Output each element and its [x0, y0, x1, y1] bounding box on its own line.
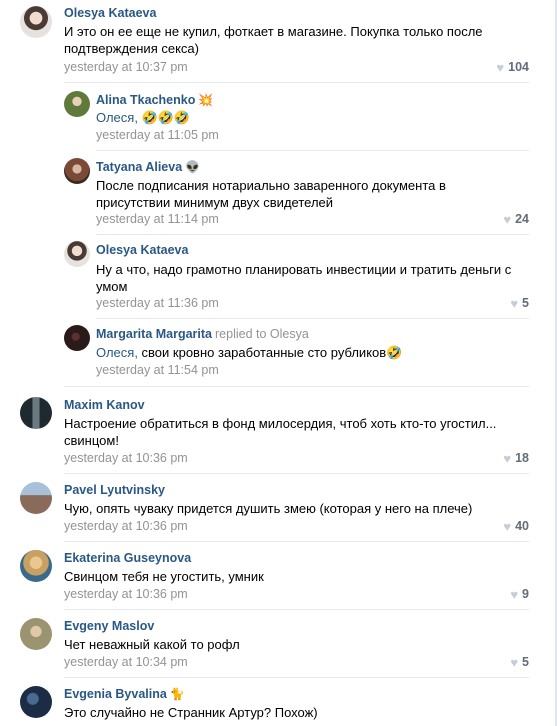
heart-icon: ♥	[510, 295, 519, 311]
timestamp[interactable]: yesterday at 10:37 pm	[64, 60, 188, 74]
avatar[interactable]	[20, 6, 52, 38]
like-button[interactable]: ♥ 24	[503, 212, 529, 226]
divider	[64, 541, 529, 542]
avatar[interactable]	[64, 325, 90, 351]
divider	[64, 82, 529, 83]
comment-body: свои кровно заработанные сто рубликов🤣	[141, 345, 403, 360]
heart-icon: ♥	[503, 450, 512, 466]
author-name[interactable]: Ekaterina Guseynova	[64, 551, 191, 565]
timestamp[interactable]: yesterday at 10:36 pm	[64, 587, 188, 601]
comment-body: И это он ее еще не купил, фоткает в мага…	[64, 24, 483, 56]
avatar[interactable]	[20, 482, 52, 514]
like-button[interactable]: ♥ 18	[503, 451, 529, 465]
comment-body: Это случайно не Странник Артур? Похож)	[64, 705, 318, 720]
status-emoji: 👽	[185, 160, 201, 174]
comment-text: Олеся, 🤣🤣🤣	[96, 109, 516, 126]
timestamp[interactable]: yesterday at 11:54 pm	[96, 363, 219, 377]
comment-text: Чет неважный какой то рофл	[64, 636, 534, 653]
author-name-text: Alina Tkachenko	[96, 93, 196, 107]
author-name-text: Evgenia Byvalina	[64, 687, 167, 701]
comment-body: Свинцом тебя не угостить, умник	[64, 569, 264, 584]
like-button[interactable]: ♥ 5	[510, 296, 529, 310]
like-button[interactable]: ♥ 9	[510, 587, 529, 601]
divider	[96, 234, 529, 235]
like-count: 5	[522, 296, 529, 310]
author-name-text: Margarita Margarita	[96, 327, 213, 341]
replied-to-label[interactable]: replied to Olesya	[215, 327, 309, 341]
heart-icon: ♥	[503, 211, 512, 227]
heart-icon: ♥	[503, 518, 512, 534]
like-count: 18	[515, 451, 529, 465]
avatar[interactable]	[64, 91, 90, 117]
heart-icon: ♥	[496, 59, 505, 75]
timestamp[interactable]: yesterday at 10:34 pm	[64, 655, 188, 669]
heart-icon: ♥	[510, 654, 519, 670]
like-button[interactable]: ♥ 5	[510, 655, 529, 669]
author-name[interactable]: Evgenia Byvalina 🐈	[64, 687, 185, 701]
timestamp[interactable]: yesterday at 10:36 pm	[64, 519, 188, 533]
author-name[interactable]: Evgeny Maslov	[64, 619, 154, 633]
avatar[interactable]	[20, 686, 52, 718]
comment-text: Олеся, свои кровно заработанные сто рубл…	[96, 344, 526, 361]
avatar[interactable]	[64, 241, 90, 267]
comment-body: Чую, опять чуваку придется душить змею (…	[64, 501, 473, 516]
comment-body: Настроение обратиться в фонд милосердия,…	[64, 416, 497, 448]
timestamp[interactable]: yesterday at 11:05 pm	[96, 128, 219, 142]
status-emoji: 💥	[198, 93, 214, 107]
author-name[interactable]: Alina Tkachenko 💥	[96, 93, 213, 107]
like-count: 24	[515, 212, 529, 226]
comment-text: После подписания нотариально заваренного…	[96, 177, 496, 211]
comment-body: После подписания нотариально заваренного…	[96, 178, 446, 210]
avatar[interactable]	[64, 158, 90, 184]
comment-text: Настроение обратиться в фонд милосердия,…	[64, 415, 534, 449]
divider	[64, 677, 529, 678]
comment-text: И это он ее еще не купил, фоткает в мага…	[64, 23, 514, 57]
comment-text: Ну а что, надо грамотно планировать инве…	[96, 261, 536, 295]
author-name[interactable]: Pavel Lyutvinsky	[64, 483, 165, 497]
heart-icon: ♥	[510, 586, 519, 602]
comment-text: Свинцом тебя не угостить, умник	[64, 568, 534, 585]
status-emoji: 🐈	[169, 687, 185, 701]
comment-text: Это случайно не Странник Артур? Похож)	[64, 704, 534, 721]
comment-text: Чую, опять чуваку придется душить змею (…	[64, 500, 534, 517]
author-name[interactable]: Olesya Kataeva	[64, 6, 156, 20]
author-name[interactable]: Margarita Margarita replied to Olesya	[96, 327, 309, 341]
timestamp[interactable]: yesterday at 10:36 pm	[64, 451, 188, 465]
author-name[interactable]: Maxim Kanov	[64, 398, 145, 412]
like-count: 5	[522, 655, 529, 669]
divider	[64, 609, 529, 610]
like-count: 104	[508, 60, 529, 74]
like-button[interactable]: ♥ 104	[496, 60, 529, 74]
divider	[64, 386, 529, 387]
like-button[interactable]: ♥ 40	[503, 519, 529, 533]
divider	[64, 473, 529, 474]
like-count: 40	[515, 519, 529, 533]
divider	[96, 150, 529, 151]
avatar[interactable]	[20, 550, 52, 582]
avatar[interactable]	[20, 618, 52, 650]
comment-body: Чет неважный какой то рофл	[64, 637, 240, 652]
timestamp[interactable]: yesterday at 11:36 pm	[96, 296, 219, 310]
author-name[interactable]: Olesya Kataeva	[96, 243, 188, 257]
comment-body: 🤣🤣🤣	[141, 110, 191, 125]
author-name[interactable]: Tatyana Alieva 👽	[96, 160, 200, 174]
timestamp[interactable]: yesterday at 11:14 pm	[96, 212, 219, 226]
comment-body: Ну а что, надо грамотно планировать инве…	[96, 262, 512, 294]
like-count: 9	[522, 587, 529, 601]
avatar[interactable]	[20, 397, 52, 429]
mention-link[interactable]: Олеся,	[96, 345, 142, 360]
author-name-text: Tatyana Alieva	[96, 160, 183, 174]
mention-link[interactable]: Олеся,	[96, 110, 142, 125]
divider	[96, 318, 529, 319]
